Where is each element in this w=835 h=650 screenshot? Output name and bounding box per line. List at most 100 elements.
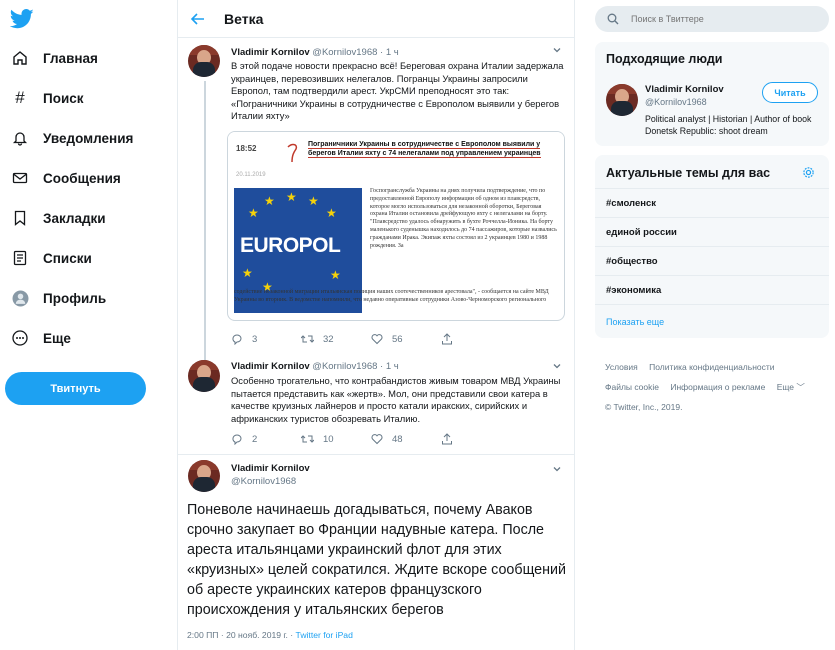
image-article-text-2: содействие незаконной миграции итальянск…	[234, 289, 549, 303]
tweet-header: Vladimir Kornilov @Kornilov1968 · 1 ч	[231, 47, 399, 58]
footer-links: Условия Политика конфиденциальности Файл…	[605, 357, 825, 417]
focal-tweet-meta: 2:00 ПП · 20 нояб. 2019 г. · Twitter for…	[187, 630, 353, 640]
back-arrow-icon[interactable]	[190, 11, 206, 27]
nav-item-notifications[interactable]: Уведомления	[10, 126, 133, 150]
suggested-user-avatar[interactable]	[606, 84, 638, 116]
thread-header: Ветка	[178, 0, 574, 38]
bell-icon	[10, 128, 30, 148]
reply-button[interactable]: 2	[231, 433, 301, 445]
footer-link[interactable]: Информация о рекламе	[670, 382, 765, 392]
footer-more[interactable]: Еще ﹀	[777, 382, 805, 392]
image-header: 18:52 Пограничники Украины в сотрудничес…	[228, 132, 564, 170]
image-headline: Пограничники Украины в сотрудничестве с …	[308, 141, 541, 158]
page-title: Ветка	[224, 10, 264, 27]
tweet-text: Особенно трогательно, что контрабандисто…	[231, 375, 561, 424]
search-box[interactable]	[595, 6, 829, 32]
chevron-down-icon[interactable]	[552, 45, 562, 55]
retweet-icon	[301, 335, 314, 343]
tweet-header: Vladimir Kornilov @Kornilov1968 · 1 ч	[231, 361, 399, 372]
trend-item[interactable]: #экономика	[595, 275, 829, 304]
retweet-button[interactable]: 32	[301, 333, 371, 345]
image-date: 20.11.2019	[236, 172, 266, 178]
trend-item[interactable]: единой россии	[595, 217, 829, 246]
nav-label: Сообщения	[43, 170, 121, 186]
focal-author-name[interactable]: Vladimir Kornilov	[231, 463, 310, 474]
share-button[interactable]	[441, 433, 511, 445]
more-icon	[10, 328, 30, 348]
thread-line	[204, 81, 206, 356]
tweet-1[interactable]: Vladimir Kornilov @Kornilov1968 · 1 ч В …	[178, 39, 574, 356]
like-button[interactable]: 56	[371, 333, 441, 345]
nav-item-profile[interactable]: Профиль	[10, 286, 106, 310]
nav-label: Поиск	[43, 90, 84, 106]
gear-icon[interactable]	[802, 166, 815, 179]
avatar[interactable]	[188, 360, 220, 392]
tweet-actions: 3 32 56	[231, 333, 511, 345]
trend-item[interactable]: #общество	[595, 246, 829, 275]
nav-item-lists[interactable]: Списки	[10, 246, 92, 270]
nav-label: Закладки	[43, 210, 106, 226]
author-name[interactable]: Vladimir Kornilov	[231, 47, 310, 58]
focal-tweet-text: Поневоле начинаешь догадываться, почему …	[187, 502, 566, 618]
author-handle[interactable]: @Kornilov1968	[312, 361, 377, 372]
tweet-button[interactable]: Твитнуть	[5, 372, 146, 405]
reply-icon	[232, 434, 242, 445]
nav-item-messages[interactable]: Сообщения	[10, 166, 121, 190]
panel-title: Подходящие люди	[606, 52, 723, 66]
search-icon	[607, 13, 619, 25]
footer-link[interactable]: Файлы cookie	[605, 382, 659, 392]
share-button[interactable]	[441, 333, 511, 345]
nav-label: Уведомления	[43, 130, 134, 146]
focal-avatar[interactable]	[188, 460, 220, 492]
tweet-image[interactable]: 18:52 Пограничники Украины в сотрудничес…	[227, 131, 565, 321]
heart-icon	[371, 434, 383, 445]
author-handle[interactable]: @Kornilov1968	[312, 47, 377, 58]
nav-item-bookmarks[interactable]: Закладки	[10, 206, 106, 230]
home-icon	[10, 48, 30, 68]
like-button[interactable]: 48	[371, 433, 441, 445]
chevron-down-icon[interactable]	[552, 464, 562, 474]
suggested-user-bio: Political analyst | Historian | Author o…	[645, 114, 812, 136]
show-more-link[interactable]: Показать еще	[606, 317, 664, 327]
reply-button[interactable]: 3	[231, 333, 301, 345]
author-name[interactable]: Vladimir Kornilov	[231, 361, 310, 372]
tweet-time[interactable]: · 1 ч	[380, 47, 399, 58]
trend-item[interactable]: #смоленск	[595, 188, 829, 217]
image-article-text: Госпогранслужба Украины на днях получила…	[370, 188, 557, 249]
hashtag-icon: #	[15, 88, 25, 107]
list-icon	[10, 248, 30, 268]
twitter-logo-icon[interactable]	[10, 8, 34, 30]
chevron-down-icon[interactable]	[552, 361, 562, 371]
trends-panel: Актуальные темы для вас #смоленск единой…	[595, 155, 829, 338]
focal-author-handle[interactable]: @Kornilov1968	[231, 476, 296, 487]
envelope-icon	[10, 168, 30, 188]
nav-label: Профиль	[43, 290, 107, 306]
search-input[interactable]	[631, 14, 811, 24]
footer-link[interactable]: Условия	[605, 362, 638, 372]
retweet-button[interactable]: 10	[301, 433, 371, 445]
tweet-text: В этой подаче новости прекрасно всё! Бер…	[231, 60, 564, 121]
suggested-user-name[interactable]: Vladimir Kornilov	[645, 84, 724, 95]
avatar[interactable]	[188, 45, 220, 77]
left-navigation: Главная # Поиск Уведомления Сообщения За…	[0, 0, 178, 650]
red-mark-icon	[287, 143, 298, 163]
nav-label: Еще	[43, 330, 71, 346]
panel-title: Актуальные темы для вас	[606, 166, 771, 180]
image-time: 18:52	[236, 144, 257, 153]
bookmark-icon	[10, 208, 30, 228]
nav-item-explore[interactable]: # Поиск	[10, 86, 84, 110]
tweet-2[interactable]: Vladimir Kornilov @Kornilov1968 · 1 ч Ос…	[178, 355, 574, 455]
tweet-time[interactable]: · 1 ч	[380, 361, 399, 372]
footer-link[interactable]: Политика конфиденциальности	[649, 362, 774, 372]
tweet-source-link[interactable]: Twitter for iPad	[296, 630, 353, 640]
main-column: Ветка Vladimir Kornilov @Kornilov1968 · …	[177, 0, 575, 650]
who-to-follow-panel: Подходящие люди Vladimir Kornilov @Korni…	[595, 42, 829, 146]
follow-button[interactable]: Читать	[762, 82, 818, 103]
nav-label: Списки	[43, 250, 92, 266]
heart-icon	[371, 334, 383, 345]
nav-item-home[interactable]: Главная	[10, 46, 98, 70]
copyright: © Twitter, Inc., 2019.	[605, 402, 683, 412]
nav-item-more[interactable]: Еще	[10, 326, 71, 350]
suggested-user-handle[interactable]: @Kornilov1968	[645, 97, 707, 107]
avatar-icon	[10, 288, 30, 308]
